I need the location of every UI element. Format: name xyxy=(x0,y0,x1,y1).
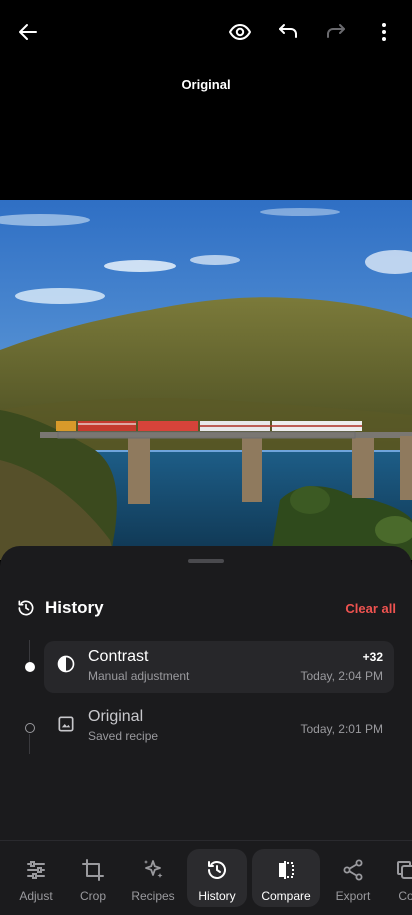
preview-button[interactable] xyxy=(222,14,258,50)
history-entry[interactable]: Original Saved recipe Today, 2:01 PM xyxy=(44,701,394,753)
back-button[interactable] xyxy=(10,14,46,50)
contrast-icon xyxy=(56,654,76,674)
arrow-left-icon xyxy=(19,24,37,40)
history-panel: History Clear all Contrast Manual adjust… xyxy=(0,546,412,840)
tool-label: Co xyxy=(398,889,412,903)
compare-icon xyxy=(279,861,294,879)
eye-icon xyxy=(229,24,251,40)
more-vertical-icon xyxy=(382,23,386,41)
history-icon xyxy=(208,861,226,879)
top-app-bar xyxy=(0,0,412,64)
entry-title: Original xyxy=(88,708,144,725)
redo-icon xyxy=(327,24,345,38)
timeline-dot-active xyxy=(25,662,35,672)
tool-compare[interactable]: Compare xyxy=(252,849,320,907)
image-icon xyxy=(56,714,76,734)
undo-icon xyxy=(279,24,297,38)
entry-subtitle: Manual adjustment xyxy=(88,669,190,683)
photo-image xyxy=(0,200,412,560)
view-mode-label: Original xyxy=(181,77,231,92)
tool-copy[interactable]: Co xyxy=(386,849,412,907)
tool-label: Adjust xyxy=(19,889,53,903)
history-header: History Clear all xyxy=(16,596,396,620)
clear-all-button[interactable]: Clear all xyxy=(345,601,396,616)
entry-time: Today, 2:04 PM xyxy=(300,669,384,683)
tool-label: Crop xyxy=(79,889,106,903)
history-icon xyxy=(16,598,36,618)
drag-handle[interactable] xyxy=(188,559,224,563)
redo-button[interactable] xyxy=(318,14,354,50)
entry-title: Contrast xyxy=(88,648,149,665)
panel-title: History xyxy=(45,598,104,617)
tool-label: Compare xyxy=(261,889,311,903)
tool-label: Export xyxy=(335,889,371,903)
sliders-icon xyxy=(27,861,45,879)
entry-subtitle: Saved recipe xyxy=(88,729,159,743)
timeline-dot xyxy=(25,723,35,733)
copy-icon xyxy=(397,861,412,879)
entry-value: +32 xyxy=(362,650,383,664)
crop-icon xyxy=(82,859,104,881)
tool-recipes[interactable]: Recipes xyxy=(124,849,182,907)
tool-adjust[interactable]: Adjust xyxy=(6,849,66,907)
tool-crop[interactable]: Crop xyxy=(66,849,120,907)
timeline-connector xyxy=(29,734,30,754)
bottom-toolbar: Adjust Crop Recipes History Compare Expo… xyxy=(0,840,412,915)
sparkles-icon xyxy=(144,860,163,878)
entry-time: Today, 2:01 PM xyxy=(300,722,384,736)
tool-history[interactable]: History xyxy=(187,849,247,907)
tool-export[interactable]: Export xyxy=(325,849,381,907)
undo-button[interactable] xyxy=(270,14,306,50)
photo-preview[interactable] xyxy=(0,200,412,560)
more-options-button[interactable] xyxy=(366,14,402,50)
tool-label: Recipes xyxy=(131,889,175,903)
tool-label: History xyxy=(198,889,236,903)
history-entry[interactable]: Contrast Manual adjustment +32 Today, 2:… xyxy=(44,641,394,693)
share-icon xyxy=(343,859,363,881)
